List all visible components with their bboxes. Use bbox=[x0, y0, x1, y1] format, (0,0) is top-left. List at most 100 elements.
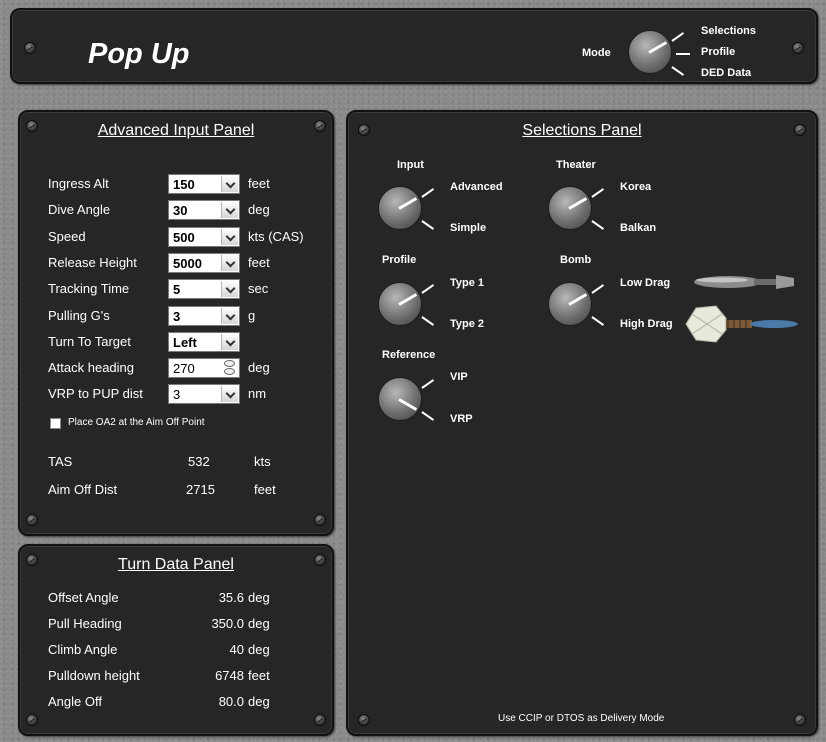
tas-label: TAS bbox=[48, 454, 73, 469]
chevron-down-icon[interactable] bbox=[221, 255, 238, 271]
chevron-down-icon[interactable] bbox=[221, 386, 238, 402]
selections-panel: Selections Panel Input Advanced Simple T… bbox=[346, 110, 818, 736]
chevron-down-icon[interactable] bbox=[221, 334, 238, 350]
speed-label: Speed bbox=[48, 229, 86, 244]
theater-option-korea[interactable]: Korea bbox=[620, 181, 651, 193]
aim-off-label: Aim Off Dist bbox=[48, 482, 118, 497]
mode-knob[interactable] bbox=[628, 30, 672, 74]
turn-panel-title: Turn Data Panel bbox=[118, 556, 234, 573]
profile-knob-title: Profile bbox=[382, 254, 417, 266]
selections-panel-title: Selections Panel bbox=[522, 122, 642, 139]
tas-unit: kts bbox=[254, 454, 271, 469]
theater-knob-title: Theater bbox=[556, 159, 596, 171]
turn-data-panel: Turn Data Panel Offset Angle 35.6 deg Pu… bbox=[18, 544, 334, 736]
chevron-down-icon[interactable] bbox=[221, 202, 238, 218]
input-option-simple[interactable]: Simple bbox=[450, 222, 486, 234]
theater-knob[interactable] bbox=[548, 186, 592, 230]
screw-icon bbox=[792, 42, 804, 54]
offset-angle-unit: deg bbox=[248, 590, 270, 605]
tas-value: 532 bbox=[188, 454, 210, 469]
profile-option-type1[interactable]: Type 1 bbox=[450, 277, 484, 289]
profile-knob[interactable] bbox=[378, 282, 422, 326]
ingress-alt-unit: feet bbox=[248, 176, 270, 191]
pulldown-height-value: 6748 bbox=[215, 668, 244, 683]
ingress-alt-select[interactable]: 150 bbox=[168, 174, 240, 194]
theater-option-balkan[interactable]: Balkan bbox=[620, 222, 656, 234]
dive-angle-label: Dive Angle bbox=[48, 202, 111, 217]
screw-icon bbox=[794, 714, 806, 726]
climb-angle-value: 40 bbox=[229, 642, 244, 657]
ingress-alt-label: Ingress Alt bbox=[48, 176, 109, 191]
place-oa2-checkbox[interactable] bbox=[50, 418, 61, 429]
angle-off-label: Angle Off bbox=[48, 694, 102, 709]
header-panel: Pop Up Mode Selections Profile DED Data bbox=[10, 8, 818, 84]
advanced-input-panel: Advanced Input Panel Ingress Alt 150 fee… bbox=[18, 110, 334, 536]
low-drag-bomb-icon bbox=[694, 275, 794, 289]
screw-icon bbox=[26, 514, 38, 526]
pulldown-height-unit: feet bbox=[248, 668, 270, 683]
mode-option-ded-data[interactable]: DED Data bbox=[701, 67, 751, 79]
vrp-pup-label: VRP to PUP dist bbox=[48, 386, 143, 401]
vrp-pup-unit: nm bbox=[248, 386, 267, 401]
release-height-label: Release Height bbox=[48, 255, 137, 270]
chevron-down-icon[interactable] bbox=[221, 176, 238, 192]
reference-knob[interactable] bbox=[378, 377, 422, 421]
reference-tick bbox=[421, 411, 435, 421]
attack-heading-label: Attack heading bbox=[48, 360, 135, 375]
tracking-time-select[interactable]: 5 bbox=[168, 279, 240, 299]
screw-icon bbox=[314, 514, 326, 526]
climb-angle-label: Climb Angle bbox=[48, 642, 118, 657]
pull-heading-value: 350.0 bbox=[211, 616, 244, 631]
bomb-option-high-drag[interactable]: High Drag bbox=[620, 318, 673, 330]
angle-off-unit: deg bbox=[248, 694, 270, 709]
pulling-gs-unit: g bbox=[248, 308, 256, 323]
profile-tick bbox=[421, 316, 435, 326]
release-height-select[interactable]: 5000 bbox=[168, 253, 240, 273]
screw-icon bbox=[358, 714, 370, 726]
screw-icon bbox=[24, 42, 36, 54]
pull-heading-label: Pull Heading bbox=[48, 616, 122, 631]
reference-tick bbox=[421, 379, 435, 389]
speed-unit: kts (CAS) bbox=[248, 229, 304, 244]
place-oa2-label: Place OA2 at the Aim Off Point bbox=[68, 417, 205, 428]
chevron-down-icon[interactable] bbox=[221, 229, 238, 245]
chevron-down-icon[interactable] bbox=[221, 308, 238, 324]
spinner-icon[interactable] bbox=[221, 360, 238, 376]
input-knob[interactable] bbox=[378, 186, 422, 230]
attack-heading-spinner[interactable]: 270 bbox=[168, 358, 240, 378]
profile-tick bbox=[421, 284, 435, 294]
turn-to-target-label: Turn To Target bbox=[48, 334, 131, 349]
dive-angle-unit: deg bbox=[248, 202, 270, 217]
bomb-option-low-drag[interactable]: Low Drag bbox=[620, 277, 670, 289]
offset-angle-label: Offset Angle bbox=[48, 590, 119, 605]
mode-option-selections[interactable]: Selections bbox=[701, 25, 756, 37]
reference-option-vip[interactable]: VIP bbox=[450, 371, 468, 383]
angle-off-value: 80.0 bbox=[218, 694, 244, 709]
reference-option-vrp[interactable]: VRP bbox=[450, 413, 473, 425]
high-drag-bomb-icon bbox=[685, 305, 798, 343]
input-tick bbox=[421, 220, 435, 230]
mode-label: Mode bbox=[582, 47, 611, 59]
climb-angle-unit: deg bbox=[248, 642, 270, 657]
pulling-gs-select[interactable]: 3 bbox=[168, 306, 240, 326]
dive-angle-select[interactable]: 30 bbox=[168, 200, 240, 220]
bomb-tick bbox=[591, 316, 605, 326]
vrp-pup-select[interactable]: 3 bbox=[168, 384, 240, 404]
aim-off-unit: feet bbox=[254, 482, 276, 497]
input-option-advanced[interactable]: Advanced bbox=[450, 181, 503, 193]
speed-select[interactable]: 500 bbox=[168, 227, 240, 247]
profile-option-type2[interactable]: Type 2 bbox=[450, 318, 484, 330]
delivery-mode-note: Use CCIP or DTOS as Delivery Mode bbox=[498, 713, 665, 724]
turn-to-target-select[interactable]: Left bbox=[168, 332, 240, 352]
tracking-time-unit: sec bbox=[248, 281, 269, 296]
theater-tick bbox=[591, 188, 605, 198]
chevron-down-icon[interactable] bbox=[221, 281, 238, 297]
tracking-time-label: Tracking Time bbox=[48, 281, 130, 296]
pulldown-height-label: Pulldown height bbox=[48, 668, 140, 683]
input-tick bbox=[421, 188, 435, 198]
mode-tick bbox=[671, 66, 685, 76]
input-knob-title: Input bbox=[397, 159, 424, 171]
screw-icon bbox=[314, 714, 326, 726]
mode-option-profile[interactable]: Profile bbox=[701, 46, 735, 58]
bomb-knob[interactable] bbox=[548, 282, 592, 326]
